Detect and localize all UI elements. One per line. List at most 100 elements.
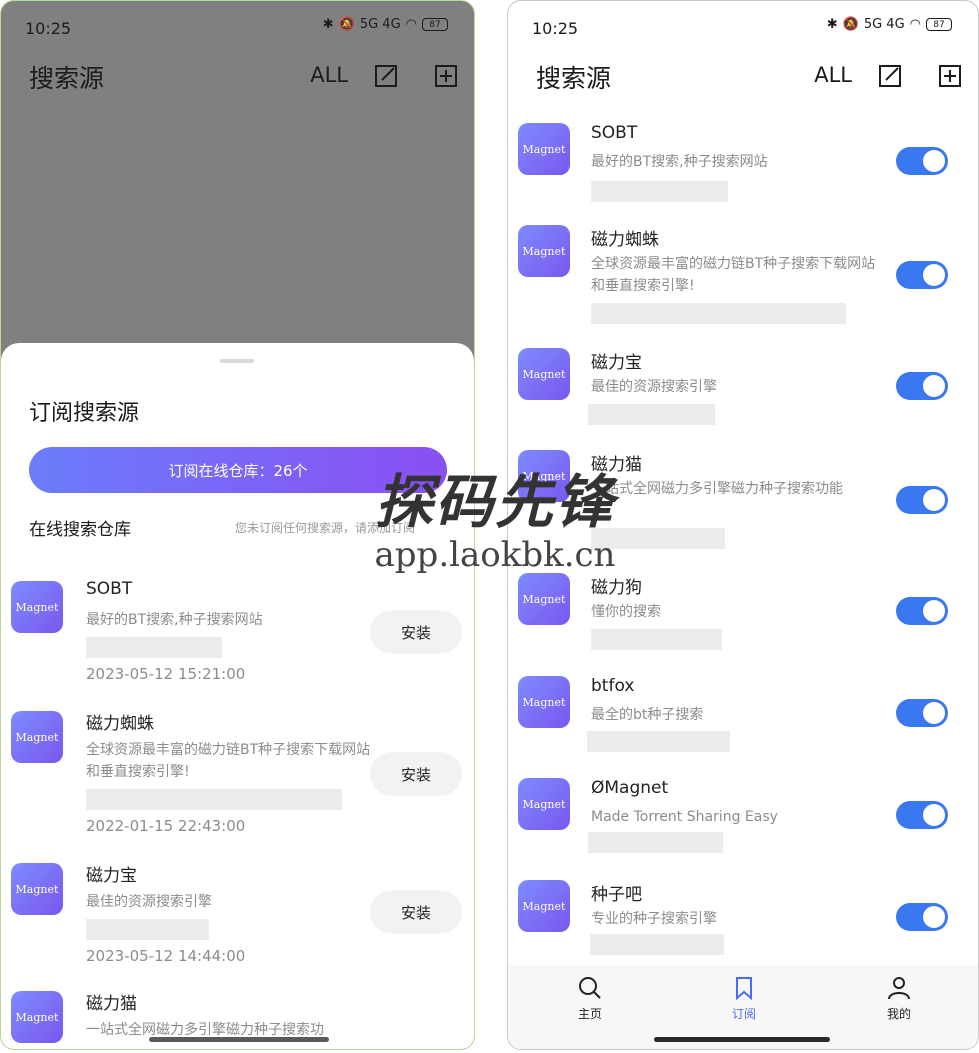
source-name: 磁力猫 xyxy=(86,994,137,1014)
app-bar: 搜索源 ALL xyxy=(508,57,978,97)
home-indicator xyxy=(654,1037,830,1042)
source-desc: 懂你的搜索 xyxy=(591,604,661,620)
source-date: 2022-01-15 22:43:00 xyxy=(86,817,246,835)
enable-toggle[interactable] xyxy=(896,147,948,175)
source-logo: Magnet xyxy=(518,225,570,277)
status-bar: 10:25 ✱ 🔕 5G 4G ◠ 87 xyxy=(508,1,978,57)
edit-icon[interactable] xyxy=(374,64,398,92)
battery-icon: 87 xyxy=(926,18,952,31)
enable-toggle[interactable] xyxy=(896,261,948,289)
nav-home-label: 主页 xyxy=(577,1007,602,1021)
redacted-url xyxy=(86,637,222,658)
source-desc: Made Torrent Sharing Easy xyxy=(591,809,778,825)
mute-bell-icon: 🔕 xyxy=(842,17,859,32)
subscribe-sheet: 订阅搜索源 订阅在线仓库：26个 在线搜索仓库 您未订阅任何搜索源，请添加订阅 … xyxy=(1,343,474,1049)
sheet-title: 订阅搜索源 xyxy=(29,401,140,426)
source-name: SOBT xyxy=(591,123,638,143)
source-name: 磁力蜘蛛 xyxy=(591,230,659,250)
wifi-icon: ◠ xyxy=(909,17,921,32)
enable-toggle[interactable] xyxy=(896,801,948,829)
enable-toggle[interactable] xyxy=(896,372,948,400)
source-logo: Magnet xyxy=(518,778,570,830)
nav-subscribe-label: 订阅 xyxy=(731,1007,756,1021)
nav-home[interactable]: 主页 xyxy=(550,975,630,1022)
search-icon xyxy=(579,977,601,999)
source-logo: Magnet xyxy=(11,711,63,763)
source-date: 2023-05-12 15:21:00 xyxy=(86,665,246,683)
source-desc: 最好的BT搜索,种子搜索网站 xyxy=(86,612,263,628)
all-button[interactable]: ALL xyxy=(814,63,852,87)
source-logo: Magnet xyxy=(518,880,570,932)
sheet-handle[interactable] xyxy=(220,359,254,363)
battery-icon: 87 xyxy=(422,18,448,31)
repo-hint: 您未订阅任何搜索源，请添加订阅 xyxy=(235,521,416,535)
signal-icon: 5G 4G xyxy=(359,17,401,32)
redacted-url xyxy=(587,731,730,752)
source-date: 2023-05-12 14:44:00 xyxy=(86,947,246,965)
source-desc: 一站式全网磁力多引擎磁力种子搜索功能 xyxy=(591,481,843,497)
subscribe-repo-button[interactable]: 订阅在线仓库：26个 xyxy=(29,447,447,493)
enable-toggle[interactable] xyxy=(896,597,948,625)
source-logo: Magnet xyxy=(518,573,570,625)
toggle-knob xyxy=(923,702,945,724)
home-indicator xyxy=(149,1037,329,1042)
nav-subscribe[interactable]: 订阅 xyxy=(704,975,784,1022)
source-name: 磁力猫 xyxy=(591,455,642,475)
source-logo: Magnet xyxy=(11,991,63,1043)
redacted-url xyxy=(588,404,715,425)
repo-label: 在线搜索仓库 xyxy=(29,520,131,540)
toggle-knob xyxy=(923,804,945,826)
source-logo: Magnet xyxy=(518,450,570,502)
install-button[interactable]: 安装 xyxy=(370,752,462,796)
redacted-url xyxy=(588,832,723,853)
nav-mine-label: 我的 xyxy=(886,1007,911,1021)
page-title: 搜索源 xyxy=(536,64,612,93)
install-button[interactable]: 安装 xyxy=(370,610,462,654)
source-logo: Magnet xyxy=(518,123,570,175)
enable-toggle[interactable] xyxy=(896,699,948,727)
source-name: SOBT xyxy=(86,579,133,599)
redacted-url xyxy=(590,934,724,955)
source-desc: 全球资源最丰富的磁力链BT种子搜索下载网站和垂直搜索引擎! xyxy=(86,742,371,780)
toggle-knob xyxy=(923,150,945,172)
source-desc: 最好的BT搜索,种子搜索网站 xyxy=(591,154,768,170)
edit-icon[interactable] xyxy=(878,64,902,92)
enable-toggle[interactable] xyxy=(896,903,948,931)
mute-bell-icon: 🔕 xyxy=(338,17,355,32)
redacted-url xyxy=(86,919,209,940)
bluetooth-icon: ✱ xyxy=(826,17,838,32)
source-desc: 专业的种子搜索引擎 xyxy=(591,911,717,927)
signal-icon: 5G 4G xyxy=(863,17,905,32)
enable-toggle[interactable] xyxy=(896,486,948,514)
source-name: 磁力宝 xyxy=(86,866,137,886)
status-bar: 10:25 ✱ 🔕 5G 4G ◠ 87 xyxy=(1,1,474,57)
source-name: 磁力狗 xyxy=(591,578,642,598)
source-logo: Magnet xyxy=(11,863,63,915)
toggle-knob xyxy=(923,375,945,397)
source-name: 种子吧 xyxy=(591,885,642,905)
add-icon[interactable] xyxy=(938,64,962,92)
add-icon[interactable] xyxy=(434,64,458,92)
nav-mine[interactable]: 我的 xyxy=(859,975,939,1022)
bookmark-icon xyxy=(736,977,752,1001)
toggle-knob xyxy=(923,489,945,511)
source-desc: 最佳的资源搜索引擎 xyxy=(591,379,717,395)
source-desc: 最全的bt种子搜索 xyxy=(591,707,704,723)
source-name: ØMagnet xyxy=(591,778,669,798)
bluetooth-icon: ✱ xyxy=(322,17,334,32)
redacted-url xyxy=(591,629,722,650)
redacted-url xyxy=(591,303,846,324)
user-icon xyxy=(888,977,910,1000)
redacted-url xyxy=(591,181,728,202)
right-screen: 10:25 ✱ 🔕 5G 4G ◠ 87 搜索源 ALL Magnet SOBT… xyxy=(507,0,979,1050)
bottom-nav: 主页 订阅 我的 xyxy=(508,965,978,1049)
source-name: 磁力蜘蛛 xyxy=(86,714,154,734)
status-time: 10:25 xyxy=(25,19,72,38)
status-icons: ✱ 🔕 5G 4G ◠ 87 xyxy=(827,17,952,32)
source-name: btfox xyxy=(591,676,635,696)
status-time: 10:25 xyxy=(532,19,579,38)
all-button[interactable]: ALL xyxy=(310,63,348,87)
toggle-knob xyxy=(923,906,945,928)
install-button[interactable]: 安装 xyxy=(370,890,462,934)
page-title: 搜索源 xyxy=(29,64,105,93)
